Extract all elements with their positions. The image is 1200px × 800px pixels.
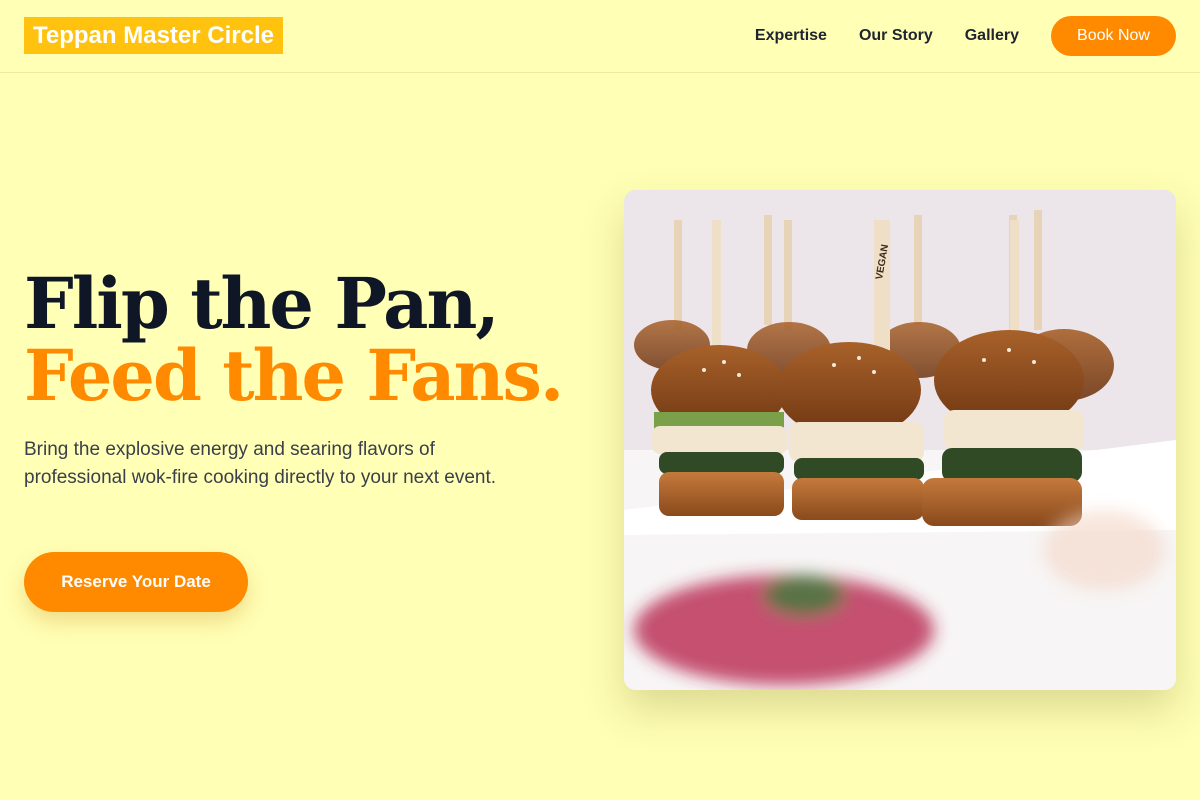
hero-title-line2: Feed the Fans.: [24, 334, 564, 417]
site-header: Teppan Master Circle Expertise Our Story…: [0, 0, 1200, 73]
hero-subtitle: Bring the explosive energy and searing f…: [24, 439, 497, 488]
nav-our-story[interactable]: Our Story: [859, 27, 933, 45]
nav-expertise[interactable]: Expertise: [755, 27, 827, 45]
nav-gallery[interactable]: Gallery: [965, 27, 1019, 45]
logo[interactable]: Teppan Master Circle: [24, 17, 283, 54]
reserve-date-button[interactable]: Reserve Your Date: [24, 552, 248, 612]
hero-title: Flip the Pan, Feed the Fans.: [24, 268, 584, 412]
sliders-photo-illustration: VEGAN: [624, 190, 1176, 690]
book-now-button[interactable]: Book Now: [1051, 16, 1176, 56]
main-nav: Expertise Our Story Gallery Book Now: [723, 0, 1176, 72]
hero-title-line1: Flip the Pan,: [24, 262, 500, 345]
hero-image: VEGAN: [624, 190, 1176, 690]
